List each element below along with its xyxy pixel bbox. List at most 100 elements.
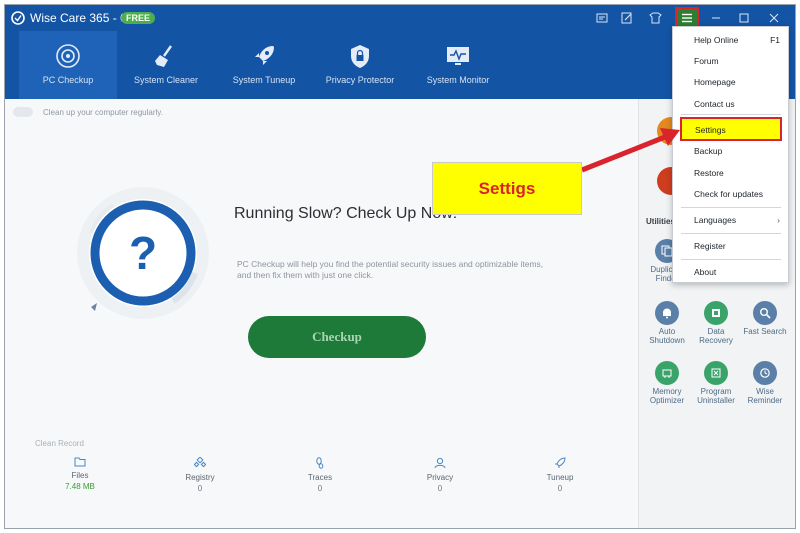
tab-privacy-protector[interactable]: Privacy Protector — [311, 31, 409, 99]
menu-item-label: About — [694, 267, 717, 277]
minimize-icon[interactable] — [707, 9, 725, 27]
broom-icon — [155, 45, 172, 67]
menu-divider — [681, 233, 781, 234]
menu-item-settings[interactable]: Settings — [680, 117, 782, 141]
tab-label: System Monitor — [426, 75, 490, 85]
recovery-icon — [704, 301, 728, 325]
record-label: Files — [71, 471, 89, 480]
record-label: Tuneup — [546, 473, 574, 482]
folder-icon — [74, 457, 86, 467]
tab-label: PC Checkup — [42, 75, 94, 85]
skin-icon[interactable] — [618, 9, 636, 27]
tab-system-monitor[interactable]: System Monitor — [409, 31, 507, 99]
util-label: Data Recovery — [699, 327, 733, 345]
util-fast-search[interactable]: Fast Search — [741, 301, 789, 336]
rocket-icon — [255, 46, 274, 65]
bell-icon — [655, 301, 679, 325]
record-label: Registry — [185, 473, 215, 482]
app-logo-icon — [11, 11, 25, 25]
feedback-icon[interactable] — [593, 9, 611, 27]
menu-item-label: Check for updates — [694, 189, 763, 199]
menu-item-backup[interactable]: Backup — [673, 141, 788, 161]
menu-item-label: Restore — [694, 168, 724, 178]
menu-item-languages[interactable]: Languages › — [673, 210, 788, 230]
util-auto-shutdown[interactable]: Auto Shutdown — [643, 301, 691, 345]
menu-item-check-updates[interactable]: Check for updates — [673, 184, 788, 204]
util-label: Program Uninstaller — [697, 387, 735, 405]
target-icon — [56, 44, 80, 68]
util-program-uninstaller[interactable]: Program Uninstaller — [692, 361, 740, 405]
menu-item-label: Backup — [694, 146, 723, 156]
question-gauge-icon: ? — [77, 187, 209, 319]
menu-item-register[interactable]: Register — [673, 236, 788, 256]
menu-item-homepage[interactable]: Homepage — [673, 72, 788, 92]
record-privacy: Privacy 0 — [400, 457, 480, 493]
record-registry: Registry 0 — [160, 457, 240, 493]
record-value: 0 — [197, 484, 203, 493]
util-label: Auto Shutdown — [649, 327, 685, 345]
record-value: 7.48 MB — [65, 482, 95, 491]
menu-item-label: Homepage — [694, 77, 736, 87]
menu-divider — [681, 114, 781, 115]
record-label: Traces — [307, 473, 333, 482]
menu-item-help-online[interactable]: Help Online F1 — [673, 30, 788, 50]
registry-icon — [194, 457, 206, 468]
util-label: Wise Reminder — [747, 387, 783, 405]
monitor-icon — [447, 47, 469, 65]
record-label: Privacy — [426, 473, 454, 482]
reminder-icon — [753, 361, 777, 385]
maximize-icon[interactable] — [735, 9, 753, 27]
shirt-icon[interactable] — [646, 9, 664, 27]
tab-label: System Tuneup — [232, 75, 296, 85]
tab-system-tuneup[interactable]: System Tuneup — [215, 31, 313, 99]
main-menu-dropdown: Help Online F1 Forum Homepage Contact us… — [672, 26, 789, 283]
menu-item-label: Forum — [694, 56, 719, 66]
tab-label: System Cleaner — [133, 75, 199, 85]
record-value: 0 — [437, 484, 443, 493]
util-label: Fast Search — [743, 327, 787, 336]
memory-icon — [655, 361, 679, 385]
menu-item-forum[interactable]: Forum — [673, 51, 788, 71]
tab-label: Privacy Protector — [325, 75, 395, 85]
menu-item-contact-us[interactable]: Contact us — [673, 94, 788, 114]
record-traces: Traces 0 — [280, 457, 360, 493]
close-icon[interactable] — [765, 9, 783, 27]
menu-item-label: Contact us — [694, 99, 735, 109]
rocket-icon — [555, 457, 566, 468]
settings-callout: Settigs — [432, 162, 582, 215]
utilities-label: Utilities — [646, 217, 675, 226]
record-value: 0 — [557, 484, 563, 493]
tab-pc-checkup[interactable]: PC Checkup — [19, 31, 117, 99]
menu-item-label: Languages — [694, 215, 737, 225]
shield-lock-icon — [351, 45, 369, 68]
search-icon — [753, 301, 777, 325]
chevron-right-icon: › — [777, 215, 780, 225]
clean-record-label: Clean Record — [35, 439, 84, 448]
menu-item-label: Register — [694, 241, 726, 251]
tip-text: Clean up your computer regularly. — [43, 107, 163, 117]
record-tuneup: Tuneup 0 — [520, 457, 600, 493]
util-data-recovery[interactable]: Data Recovery — [692, 301, 740, 345]
menu-item-label: Help Online — [694, 35, 739, 45]
tip-row: Clean up your computer regularly. — [13, 107, 163, 117]
page-headline: Running Slow? Check Up Now! — [234, 205, 458, 222]
menu-item-shortcut: F1 — [770, 35, 780, 45]
util-wise-reminder[interactable]: Wise Reminder — [741, 361, 789, 405]
menu-divider — [681, 259, 781, 260]
uninstall-icon — [704, 361, 728, 385]
checkup-button[interactable]: Checkup — [248, 316, 426, 358]
svg-text:?: ? — [129, 227, 157, 279]
checkup-description: PC Checkup will help you find the potent… — [237, 259, 544, 280]
tab-system-cleaner[interactable]: System Cleaner — [117, 31, 215, 99]
util-memory-optimizer[interactable]: Memory Optimizer — [643, 361, 691, 405]
menu-divider — [681, 207, 781, 208]
menu-item-about[interactable]: About — [673, 262, 788, 282]
free-badge: FREE — [121, 12, 156, 24]
menu-item-label: Settings — [695, 125, 726, 135]
footprint-icon — [316, 457, 324, 469]
util-label: Memory Optimizer — [649, 387, 685, 405]
record-files: Files 7.48 MB — [40, 457, 120, 491]
tip-toggle[interactable] — [13, 107, 33, 117]
record-value: 0 — [317, 484, 323, 493]
menu-item-restore[interactable]: Restore — [673, 163, 788, 183]
